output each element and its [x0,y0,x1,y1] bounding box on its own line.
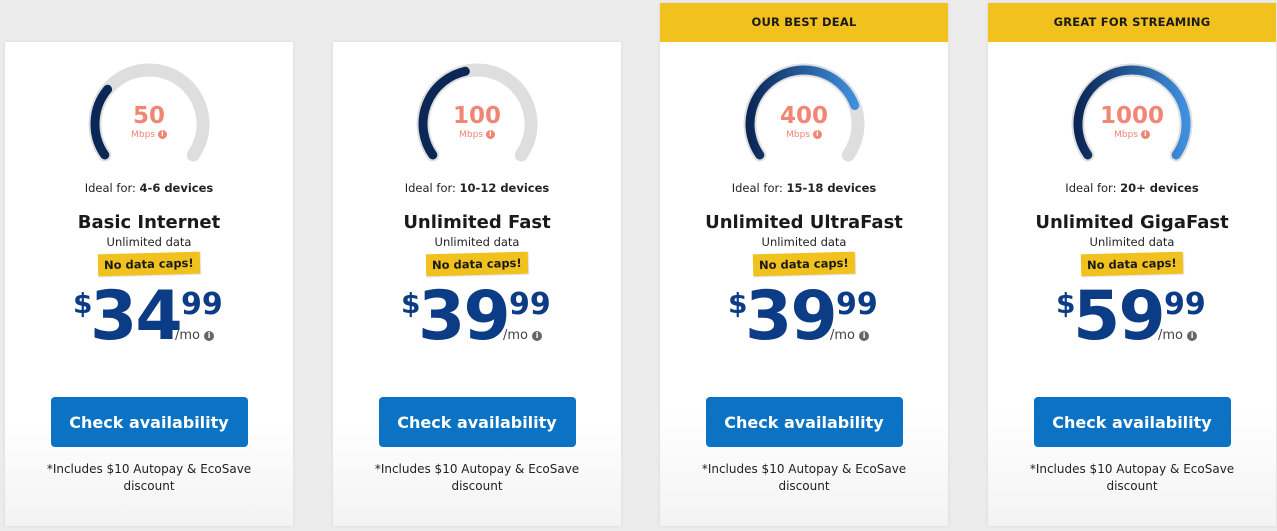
no-data-caps-badge: No data caps! [1080,251,1184,277]
info-icon[interactable]: i [1187,330,1198,341]
ideal-for: Ideal for: 15-18 devices [731,181,877,195]
info-icon[interactable]: i [1140,130,1150,139]
plan-banner: GREAT FOR STREAMING [988,3,1276,42]
speed-unit: Mbps i [734,130,874,140]
ideal-for: Ideal for: 4-6 devices [84,181,214,195]
plan-banner: OUR BEST DEAL [660,3,948,42]
price: $ 39 99 /mo i [660,277,948,363]
plan-card-unlimited-gigafast: GREAT FOR STREAMING 1000 Mbps i Ideal fo… [988,3,1276,526]
plan-name: Basic Internet [77,212,221,233]
check-availability-button[interactable]: Check availability [50,397,248,447]
speed-value: 400 [779,103,828,129]
speed-unit: Mbps i [1062,130,1202,140]
plan-subtitle: Unlimited data [434,235,520,249]
ideal-for: Ideal for: 20+ devices [1065,181,1199,195]
speed-unit: Mbps i [79,130,219,140]
speed-gauge: 1000 Mbps i [1062,62,1202,172]
plan-subtitle: Unlimited data [1089,235,1175,249]
price-dollars: 59 [1073,277,1166,356]
plan-card-unlimited-fast: 100 Mbps i Ideal for: 10-12 devices Unli… [333,42,621,526]
price-period: /mo i [830,328,870,343]
ideal-for: Ideal for: 10-12 devices [404,181,550,195]
plan-card-basic-internet: 50 Mbps i Ideal for: 4-6 devices Basic I… [5,42,293,526]
check-availability-button[interactable]: Check availability [1033,397,1231,447]
speed-value: 50 [132,103,165,129]
plan-card-unlimited-ultrafast: OUR BEST DEAL 400 Mbps i Ideal for: 15-1… [660,3,948,526]
speed-gauge: 400 Mbps i [734,62,874,172]
speed-gauge: 100 Mbps i [407,62,547,172]
discount-note: *Includes $10 Autopay & EcoSave discount [701,462,907,493]
info-icon[interactable]: i [204,330,215,341]
info-icon[interactable]: i [812,130,822,139]
price: $ 59 99 /mo i [988,277,1276,363]
price-dollars: 39 [418,277,511,356]
info-icon[interactable]: i [859,330,870,341]
price: $ 34 99 /mo i [5,277,293,363]
no-data-caps-badge: No data caps! [425,251,529,277]
plan-name: Unlimited UltraFast [705,212,903,233]
discount-note: *Includes $10 Autopay & EcoSave discount [46,462,252,493]
speed-gauge: 50 Mbps i [79,62,219,172]
no-data-caps-badge: No data caps! [752,251,856,277]
price-cents: 99 [181,287,223,322]
price-period: /mo i [175,328,215,343]
info-icon[interactable]: i [157,130,167,139]
price-period: /mo i [503,328,543,343]
plan-subtitle: Unlimited data [106,235,192,249]
price-period: /mo i [1158,328,1198,343]
info-icon[interactable]: i [532,330,543,341]
plan-name: Unlimited Fast [403,212,551,233]
price-cents: 99 [509,287,551,322]
speed-value: 1000 [1099,103,1164,129]
check-availability-button[interactable]: Check availability [705,397,903,447]
discount-note: *Includes $10 Autopay & EcoSave discount [374,462,580,493]
plan-name: Unlimited GigaFast [1035,212,1229,233]
no-data-caps-badge: No data caps! [97,251,201,277]
speed-unit: Mbps i [407,130,547,140]
plan-subtitle: Unlimited data [761,235,847,249]
price-cents: 99 [836,287,878,322]
check-availability-button[interactable]: Check availability [378,397,576,447]
info-icon[interactable]: i [485,130,495,139]
speed-value: 100 [452,103,501,129]
price-dollars: 34 [90,277,183,356]
price-dollars: 39 [745,277,838,356]
price: $ 39 99 /mo i [333,277,621,363]
price-cents: 99 [1164,287,1206,322]
discount-note: *Includes $10 Autopay & EcoSave discount [1029,462,1235,493]
